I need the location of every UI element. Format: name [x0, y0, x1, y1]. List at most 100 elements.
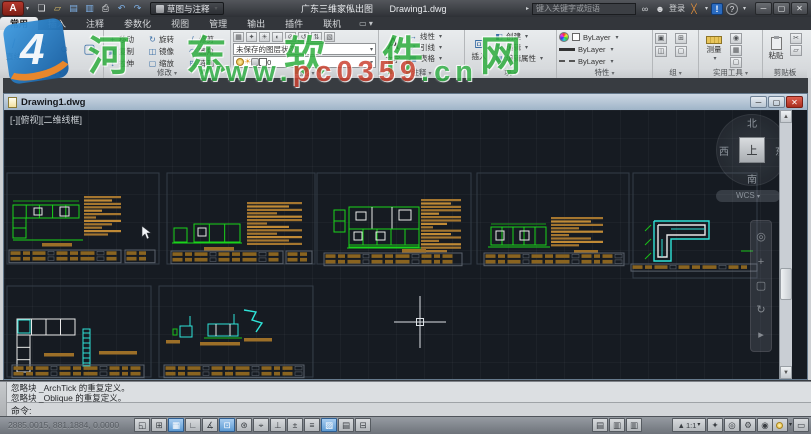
ribbon-tab-5[interactable]: 管理 — [199, 17, 237, 30]
workspace-dropdown[interactable]: 草图与注释 ▾ — [150, 2, 224, 15]
signin-person-icon[interactable]: ☻ — [654, 3, 666, 15]
toggle-object-snap[interactable]: ⊡ — [219, 418, 235, 432]
viewcube-north[interactable]: 北 — [747, 115, 757, 130]
viewcube-west[interactable]: 西 — [719, 143, 729, 158]
toggle-grid-display[interactable]: ▦ — [168, 418, 184, 432]
annotation-item-2[interactable]: ▦表格▾ — [408, 53, 442, 64]
scroll-up-icon[interactable]: ▲ — [780, 110, 792, 123]
steering-wheel-icon[interactable]: ◎ — [756, 231, 766, 243]
layer-off-icon[interactable]: ◐ — [272, 32, 283, 42]
panel-utilities-label[interactable]: 实用工具 ▾ — [699, 68, 762, 78]
scrollbar-thumb[interactable] — [780, 268, 792, 300]
ribbon-tab-7[interactable]: 插件 — [275, 17, 313, 30]
modify-item-1[interactable]: ↻旋转 — [146, 33, 186, 45]
quick-view-drawings-button[interactable]: ▥ — [626, 418, 642, 432]
undo-icon[interactable]: ↶ — [115, 2, 128, 15]
model-space-canvas[interactable]: [-][俯视][二维线框] 北 南 西 东 上 WCS ▾ ◎ + ▢ — [4, 110, 779, 379]
zoom-icon[interactable]: ▢ — [756, 280, 766, 292]
panel-annotation-label[interactable]: 注释 ▾ — [379, 68, 464, 78]
drawing-window-titlebar[interactable]: Drawing1.dwg ─ ▢ ✕ — [4, 94, 807, 110]
status-menu-arrow-icon[interactable]: ▾ — [789, 418, 792, 432]
line-button[interactable]: / 直线 — [2, 31, 25, 67]
panel-layers-label[interactable]: 图层 ▾ — [231, 68, 378, 78]
toggle-dynamic-input[interactable]: ± — [287, 418, 303, 432]
maximize-button[interactable]: ▢ — [773, 2, 790, 15]
panel-block-label[interactable]: 块 ▾ — [465, 68, 556, 78]
quick-select-icon[interactable]: ◉ — [730, 33, 742, 44]
search-category-arrow-icon[interactable]: ▸ — [526, 5, 529, 12]
modify-item-0[interactable]: +移动 — [106, 33, 146, 45]
redo-icon[interactable]: ↷ — [131, 2, 144, 15]
copy-clip-icon[interactable]: ▱ — [790, 45, 802, 56]
object-color-dropdown[interactable]: ByLayer ▾ — [559, 31, 650, 43]
viewcube-south[interactable]: 南 — [747, 171, 757, 186]
linetype-dropdown[interactable]: ByLayer ▾ — [559, 55, 650, 67]
modify-item-2[interactable]: /修剪 — [186, 33, 226, 45]
toggle-ortho-mode[interactable]: ∟ — [185, 418, 201, 432]
modify-item-5[interactable]: ◠圆角 — [186, 45, 226, 57]
id-point-icon[interactable]: ▢ — [730, 57, 742, 68]
annotation-scale-button[interactable]: ▲ 1:1 ▾ — [672, 418, 706, 432]
toggle-object-snap-tracking[interactable]: ⌖ — [253, 418, 269, 432]
ungroup-icon[interactable]: ◫ — [655, 46, 667, 57]
signin-label[interactable]: 登录 — [669, 3, 685, 14]
vertical-scrollbar[interactable]: ▲ ▼ — [779, 110, 792, 379]
layer-isolate-icon[interactable]: ✦ — [246, 32, 257, 42]
toggle-selection-cycling[interactable]: ⊟ — [355, 418, 371, 432]
navigation-bar[interactable]: ◎ + ▢ ↻ ▸ — [750, 220, 772, 352]
isolate-objects-button[interactable] — [772, 418, 788, 432]
ribbon-tab-1[interactable]: 插入 — [38, 17, 76, 30]
toggle-dynamic-ucs[interactable]: ⊥ — [270, 418, 286, 432]
open-icon[interactable]: ▱ — [51, 2, 64, 15]
exchange-dropdown-arrow-icon[interactable]: ▾ — [705, 5, 708, 12]
text-button[interactable]: A 文字 — [381, 31, 405, 67]
layer-state-dropdown[interactable]: 未保存的图层状态 ▾ — [233, 43, 376, 55]
toggle-lineweight[interactable]: ≡ — [304, 418, 320, 432]
viewcube-east[interactable]: 东 — [775, 143, 779, 158]
toggle-polar-tracking[interactable]: ∡ — [202, 418, 218, 432]
clean-screen-button[interactable]: ▭ — [793, 418, 809, 432]
showmotion-icon[interactable]: ▸ — [758, 329, 764, 341]
panel-draw-label[interactable]: 绘图 ▾ — [0, 68, 103, 78]
panel-modify-label[interactable]: 修改 ▾ — [104, 68, 230, 78]
annotation-visibility-button[interactable]: ✦ — [707, 418, 723, 432]
close-button[interactable]: ✕ — [791, 2, 808, 15]
layer-freeze-icon[interactable]: ☀ — [259, 32, 270, 42]
modify-item-4[interactable]: ◫镜像 — [146, 45, 186, 57]
block-item-1[interactable]: ✎编辑▾ — [494, 42, 543, 53]
search-input[interactable] — [532, 3, 636, 15]
viewcube-top-face[interactable]: 上 — [739, 137, 765, 163]
panel-properties-label[interactable]: 特性 ▾ — [557, 68, 652, 78]
block-item-0[interactable]: ◧创建▾ — [494, 31, 543, 42]
drawing-restore-button[interactable]: ▢ — [768, 96, 785, 108]
notification-badge-icon[interactable]: ! — [711, 3, 723, 15]
layer-dropdown[interactable]: ☀ 0 ▾ — [233, 56, 376, 68]
lineweight-dropdown[interactable]: ByLayer ▾ — [559, 43, 650, 55]
ribbon-tab-2[interactable]: 注释 — [76, 17, 114, 30]
toggle-3d-object-snap[interactable]: ⊛ — [236, 418, 252, 432]
modify-item-3[interactable]: ▣复制 — [106, 45, 146, 57]
help-dropdown-arrow-icon[interactable]: ▾ — [743, 5, 746, 12]
layer-prev-icon[interactable]: ↺ — [298, 32, 309, 42]
ribbon-tab-0[interactable]: 常用 — [0, 17, 38, 30]
save-icon[interactable]: ▤ — [67, 2, 80, 15]
orbit-icon[interactable]: ↻ — [756, 304, 765, 316]
layer-lock-icon[interactable]: ⊘ — [285, 32, 296, 42]
quick-view-layouts-button[interactable]: ▥ — [609, 418, 625, 432]
rectangle-button[interactable]: ▢ — [78, 31, 101, 67]
ribbon-minimize-button[interactable]: ▭ ▾ — [359, 17, 373, 30]
model-button[interactable]: ▤ — [592, 418, 608, 432]
cut-icon[interactable]: ✂ — [790, 33, 802, 44]
drawing-minimize-button[interactable]: ─ — [750, 96, 767, 108]
ribbon-tab-6[interactable]: 输出 — [237, 17, 275, 30]
layer-match-icon[interactable]: ⇅ — [311, 32, 322, 42]
panel-group-label[interactable]: 组 ▾ — [653, 68, 698, 78]
group-edit-icon[interactable]: ⊞ — [675, 33, 687, 44]
command-line-grip[interactable] — [0, 382, 7, 416]
toolbar-lock-icon[interactable]: ◉ — [757, 418, 773, 432]
minimize-button[interactable]: ─ — [755, 2, 772, 15]
circle-button[interactable]: ○ — [53, 31, 76, 67]
group-manager-icon[interactable]: ▢ — [675, 46, 687, 57]
search-binoculars-icon[interactable]: ∞ — [639, 3, 651, 15]
viewcube[interactable]: 北 南 西 东 上 — [716, 114, 779, 186]
